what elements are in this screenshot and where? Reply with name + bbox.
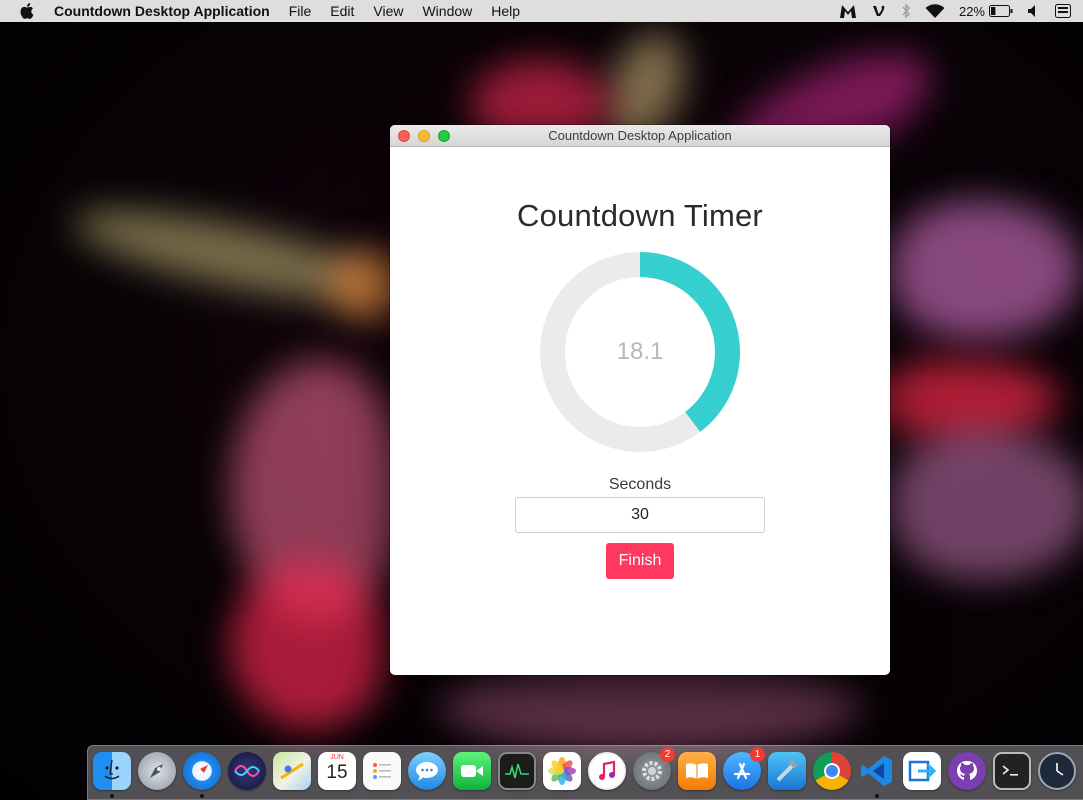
countdown-ring: 18.1 bbox=[540, 252, 740, 452]
reminders-icon[interactable] bbox=[363, 752, 401, 790]
battery-icon bbox=[989, 5, 1013, 17]
terminal-icon[interactable] bbox=[993, 752, 1031, 790]
activity-monitor-icon[interactable] bbox=[498, 752, 536, 790]
menu-window[interactable]: Window bbox=[422, 3, 472, 19]
wifi-icon[interactable] bbox=[925, 0, 945, 22]
menu-app-name[interactable]: Countdown Desktop Application bbox=[54, 3, 270, 19]
facetime-icon[interactable] bbox=[453, 752, 491, 790]
menu-edit[interactable]: Edit bbox=[330, 3, 354, 19]
launchpad-icon[interactable] bbox=[138, 752, 176, 790]
close-button[interactable] bbox=[398, 130, 410, 142]
menu-help[interactable]: Help bbox=[491, 3, 520, 19]
system-preferences-icon[interactable]: 2 bbox=[633, 747, 675, 790]
running-indicator bbox=[875, 794, 879, 798]
app-window: Countdown Desktop Application Countdown … bbox=[390, 125, 890, 675]
window-titlebar[interactable]: Countdown Desktop Application bbox=[390, 125, 890, 147]
page-title: Countdown Timer bbox=[517, 198, 763, 233]
photos-icon[interactable] bbox=[543, 752, 581, 790]
seconds-label: Seconds bbox=[608, 476, 672, 493]
chrome-icon[interactable] bbox=[813, 752, 851, 790]
app-store-icon[interactable]: 1 bbox=[723, 747, 765, 790]
malwarebytes-icon[interactable] bbox=[839, 0, 857, 22]
running-indicator bbox=[200, 794, 204, 798]
calendar-month: JUN bbox=[330, 754, 344, 761]
dock: JUN 15 2 1 bbox=[87, 745, 1083, 800]
vine-icon[interactable] bbox=[871, 0, 887, 22]
apple-logo-icon[interactable] bbox=[18, 2, 36, 20]
window-controls bbox=[398, 130, 450, 142]
menu-bar: Countdown Desktop Application File Edit … bbox=[0, 0, 1083, 22]
battery-indicator[interactable]: 22% bbox=[959, 0, 1013, 22]
bluetooth-icon[interactable] bbox=[901, 0, 911, 22]
keyboard-input-icon[interactable] bbox=[1055, 0, 1071, 22]
books-icon[interactable] bbox=[678, 752, 716, 790]
zoom-button[interactable] bbox=[438, 130, 450, 142]
seconds-input[interactable] bbox=[515, 497, 765, 533]
vscode-icon[interactable] bbox=[858, 752, 896, 798]
xcode-icon[interactable] bbox=[768, 752, 806, 790]
messages-icon[interactable] bbox=[408, 752, 446, 790]
clock-icon[interactable] bbox=[1038, 752, 1076, 790]
siri-icon[interactable] bbox=[228, 752, 266, 790]
running-indicator bbox=[110, 794, 114, 798]
github-desktop-icon[interactable] bbox=[948, 752, 986, 790]
finder-icon[interactable] bbox=[93, 752, 131, 798]
menu-file[interactable]: File bbox=[289, 3, 312, 19]
timer-remaining-value: 18.1 bbox=[616, 338, 664, 365]
maps-icon[interactable] bbox=[273, 752, 311, 790]
menu-view[interactable]: View bbox=[373, 3, 403, 19]
forward-app-icon[interactable] bbox=[903, 752, 941, 790]
calendar-icon[interactable]: JUN 15 bbox=[318, 752, 356, 790]
notification-badge: 1 bbox=[750, 747, 765, 762]
safari-icon[interactable] bbox=[183, 752, 221, 798]
window-title: Countdown Desktop Application bbox=[548, 128, 732, 143]
finish-button[interactable]: Finish bbox=[606, 543, 674, 579]
window-content: Countdown Timer 18.1 Seconds Finish bbox=[390, 147, 890, 674]
itunes-icon[interactable] bbox=[588, 752, 626, 790]
battery-percent: 22% bbox=[958, 3, 985, 19]
notification-badge: 2 bbox=[660, 747, 675, 762]
volume-icon[interactable] bbox=[1027, 0, 1041, 22]
calendar-day: 15 bbox=[326, 762, 348, 783]
status-area: 22% bbox=[839, 0, 1083, 22]
minimize-button[interactable] bbox=[418, 130, 430, 142]
